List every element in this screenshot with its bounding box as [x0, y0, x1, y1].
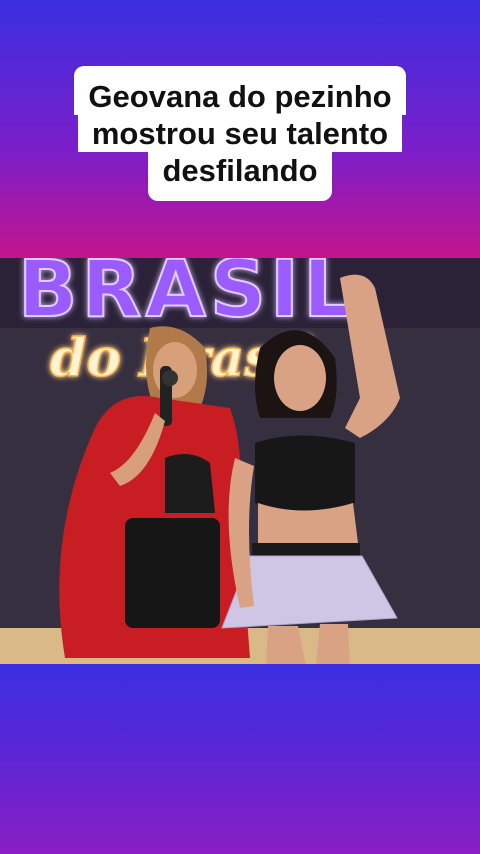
caption-line-1: Geovana do pezinho: [74, 66, 406, 115]
video-frame[interactable]: BRASIL do Brasil: [0, 258, 480, 664]
caption-box: Geovana do pezinho mostrou seu talento d…: [0, 66, 480, 201]
neon-sign-top: BRASIL: [18, 258, 357, 335]
stage-scene: BRASIL do Brasil: [0, 258, 480, 664]
background-bottom: [0, 664, 480, 854]
caption-line-3: desfilando: [148, 152, 332, 201]
caption-line-2: mostrou seu talento: [77, 115, 403, 152]
